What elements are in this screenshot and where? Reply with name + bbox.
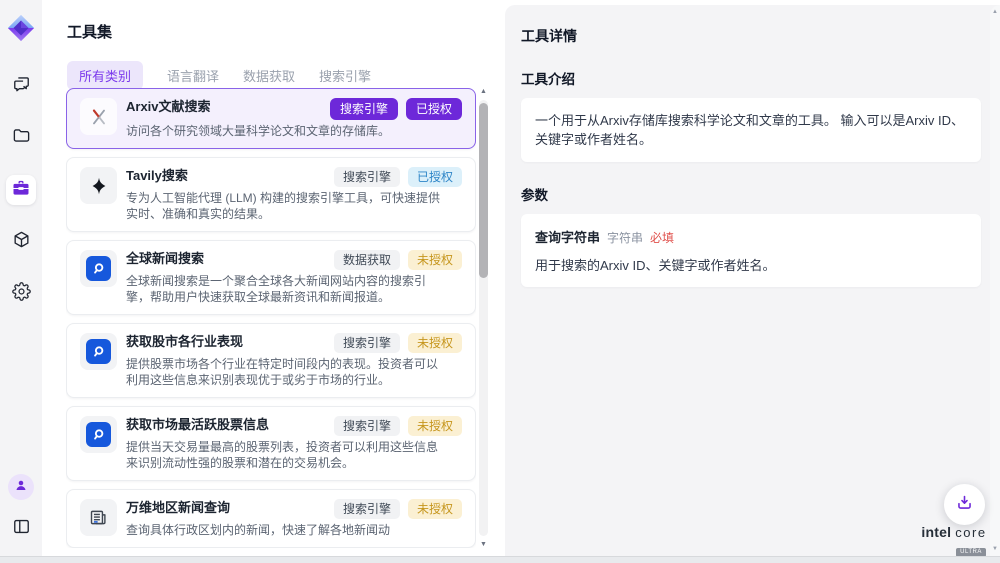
tool-detail-panel: 工具详情 工具介绍 一个用于从Arxiv存储库搜索科学论文和文章的工具。 输入可… bbox=[505, 5, 1000, 556]
tools-panel: 工具集 所有类别 语言翻译 数据获取 搜索引擎 Arxiv文献搜索 bbox=[42, 0, 505, 556]
window-bottom-edge bbox=[0, 556, 1000, 563]
sidebar-item-chat[interactable] bbox=[6, 71, 36, 101]
sidebar-item-settings[interactable] bbox=[6, 279, 36, 309]
tool-title: Tavily搜索 bbox=[126, 167, 188, 184]
sidebar-item-files[interactable] bbox=[6, 123, 36, 153]
status-badge: 未授权 bbox=[408, 250, 462, 270]
sidebar-item-packages[interactable] bbox=[6, 227, 36, 257]
param-name: 查询字符串 bbox=[535, 227, 600, 246]
user-avatar[interactable] bbox=[8, 474, 34, 500]
tool-title: 获取市场最活跃股票信息 bbox=[126, 416, 269, 433]
download-button[interactable] bbox=[944, 484, 985, 525]
sidebar bbox=[0, 0, 42, 556]
tool-card-global-news[interactable]: 全球新闻搜索 数据获取 未授权 全球新闻搜索是一个聚合全球各大新闻网站内容的搜索… bbox=[66, 240, 476, 315]
status-badge: 未授权 bbox=[408, 416, 462, 436]
package-icon bbox=[12, 230, 31, 254]
tool-title: 全球新闻搜索 bbox=[126, 250, 204, 267]
tab-all-categories[interactable]: 所有类别 bbox=[67, 61, 143, 90]
scroll-down-arrow-icon[interactable]: ▼ bbox=[478, 541, 489, 548]
tool-list-scrollbar[interactable]: ▲ ▼ bbox=[478, 88, 489, 548]
tool-description: 访问各个研究领域大量科学论文和文章的存储库。 bbox=[126, 123, 448, 139]
user-icon bbox=[13, 477, 29, 498]
params-heading: 参数 bbox=[521, 184, 1000, 204]
arxiv-x-icon bbox=[80, 98, 117, 135]
tool-title: 获取股市各行业表现 bbox=[126, 333, 243, 350]
chat-icon bbox=[12, 74, 31, 98]
status-badge: 已授权 bbox=[406, 98, 462, 120]
toggle-panel-button[interactable] bbox=[6, 514, 36, 544]
tab-search-engine[interactable]: 搜索引擎 bbox=[319, 61, 371, 90]
panel-layout-icon bbox=[12, 517, 31, 541]
brand-maker: intel bbox=[921, 524, 951, 540]
newspaper-icon bbox=[80, 499, 117, 536]
sidebar-bottom bbox=[6, 474, 36, 544]
tab-data-acquisition[interactable]: 数据获取 bbox=[243, 61, 295, 90]
tool-title: Arxiv文献搜索 bbox=[126, 98, 211, 115]
status-badge: 未授权 bbox=[408, 499, 462, 519]
tool-card-arxiv[interactable]: Arxiv文献搜索 搜索引擎 已授权 访问各个研究领域大量科学论文和文章的存储库… bbox=[66, 88, 476, 149]
category-badge: 搜索引擎 bbox=[330, 98, 398, 120]
tab-language-translation[interactable]: 语言翻译 bbox=[167, 61, 219, 90]
tool-description: 提供当天交易量最高的股票列表，投资者可以利用这些信息来识别流动性强的股票和潜在的… bbox=[126, 439, 448, 471]
tool-title: 万维地区新闻查询 bbox=[126, 499, 230, 516]
param-card: 查询字符串 字符串 必填 用于搜索的Arxiv ID、关键字或作者姓名。 bbox=[521, 214, 981, 287]
intro-text: 一个用于从Arxiv存储库搜索科学论文和文章的工具。 输入可以是Arxiv ID… bbox=[535, 111, 967, 149]
param-description: 用于搜索的Arxiv ID、关键字或作者姓名。 bbox=[535, 255, 967, 274]
detail-panel-title: 工具详情 bbox=[505, 5, 1000, 46]
toolbox-icon bbox=[11, 178, 31, 203]
tool-list: Arxiv文献搜索 搜索引擎 已授权 访问各个研究领域大量科学论文和文章的存储库… bbox=[66, 88, 476, 548]
category-badge: 搜索引擎 bbox=[334, 333, 400, 353]
param-required-flag: 必填 bbox=[650, 229, 674, 246]
blue-search-icon bbox=[80, 416, 117, 453]
brand-product: core bbox=[955, 525, 986, 540]
tool-description: 提供股票市场各个行业在特定时间段内的表现。投资者可以利用这些信息来识别表现优于或… bbox=[126, 356, 448, 388]
scrollbar-track[interactable] bbox=[479, 100, 488, 536]
category-badge: 搜索引擎 bbox=[334, 499, 400, 519]
settings-icon bbox=[12, 282, 31, 306]
intro-heading: 工具介绍 bbox=[521, 68, 1000, 88]
intro-card: 一个用于从Arxiv存储库搜索科学论文和文章的工具。 输入可以是Arxiv ID… bbox=[521, 98, 981, 162]
tool-card-sector-performance[interactable]: 获取股市各行业表现 搜索引擎 未授权 提供股票市场各个行业在特定时间段内的表现。… bbox=[66, 323, 476, 398]
scroll-up-arrow-icon[interactable]: ▲ bbox=[990, 9, 1000, 15]
status-badge: 未授权 bbox=[408, 333, 462, 353]
download-icon bbox=[955, 493, 974, 517]
tool-description: 查询具体行政区划内的新闻，快速了解各地新闻动 bbox=[126, 522, 448, 538]
sidebar-item-tools[interactable] bbox=[6, 175, 36, 205]
sidebar-nav bbox=[6, 71, 36, 309]
status-badge: 已授权 bbox=[408, 167, 462, 187]
tool-card-regional-news[interactable]: 万维地区新闻查询 搜索引擎 未授权 查询具体行政区划内的新闻，快速了解各地新闻动 bbox=[66, 489, 476, 548]
scrollbar-thumb[interactable] bbox=[479, 103, 488, 278]
intel-core-logo: intel core ULTRA bbox=[916, 524, 992, 558]
scroll-up-arrow-icon[interactable]: ▲ bbox=[478, 88, 489, 95]
app-window: 工具集 所有类别 语言翻译 数据获取 搜索引擎 Arxiv文献搜索 bbox=[0, 0, 1000, 563]
category-badge: 搜索引擎 bbox=[334, 167, 400, 187]
sparkle-icon bbox=[80, 167, 117, 204]
tools-panel-title: 工具集 bbox=[42, 0, 505, 42]
category-tabs: 所有类别 语言翻译 数据获取 搜索引擎 bbox=[42, 42, 505, 90]
tool-description: 全球新闻搜索是一个聚合全球各大新闻网站内容的搜索引擎，帮助用户快速获取全球最新资… bbox=[126, 273, 448, 305]
app-logo[interactable] bbox=[6, 13, 36, 43]
param-type: 字符串 bbox=[607, 229, 643, 246]
tool-description: 专为人工智能代理 (LLM) 构建的搜索引擎工具，可快速提供实时、准确和真实的结… bbox=[126, 190, 448, 222]
tool-card-tavily[interactable]: Tavily搜索 搜索引擎 已授权 专为人工智能代理 (LLM) 构建的搜索引擎… bbox=[66, 157, 476, 232]
blue-search-icon bbox=[80, 333, 117, 370]
folder-icon bbox=[12, 126, 31, 150]
category-badge: 数据获取 bbox=[334, 250, 400, 270]
blue-search-icon bbox=[80, 250, 117, 287]
tool-card-most-active-stocks[interactable]: 获取市场最活跃股票信息 搜索引擎 未授权 提供当天交易量最高的股票列表，投资者可… bbox=[66, 406, 476, 481]
detail-panel-scrollbar[interactable]: ▲ ▼ bbox=[990, 5, 1000, 556]
category-badge: 搜索引擎 bbox=[334, 416, 400, 436]
